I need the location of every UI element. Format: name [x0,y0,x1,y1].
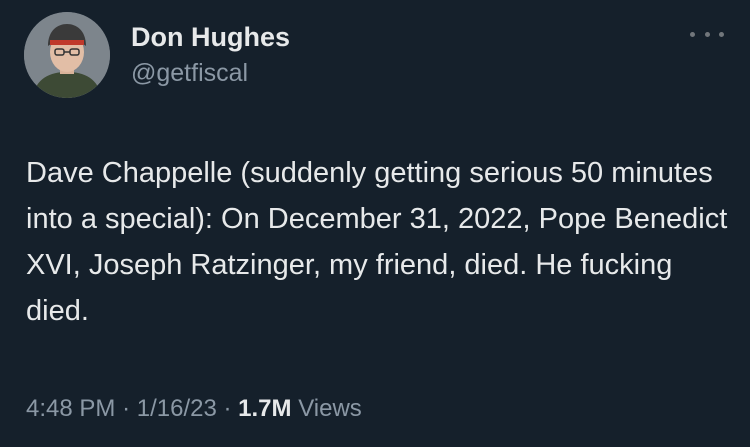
avatar[interactable] [24,12,110,98]
display-name[interactable]: Don Hughes [131,20,290,54]
user-handle[interactable]: @getfiscal [131,57,248,89]
tweet-date[interactable]: 1/16/23 [137,395,217,422]
more-horizontal-icon [690,31,695,37]
more-horizontal-icon-dot [719,31,724,37]
tweet-card: Don Hughes @getfiscal Dave Chappelle (su… [0,0,750,447]
views-count[interactable]: 1.7M [238,395,291,422]
more-options-button[interactable] [690,24,724,44]
meta-separator: · [223,395,232,422]
views-label: Views [298,395,362,422]
profile-photo-icon [24,12,110,98]
meta-separator: · [122,395,131,422]
tweet-metadata: 4:48 PM · 1/16/23 · 1.7M Views [26,394,362,424]
more-horizontal-icon-dot [704,31,710,37]
tweet-text: Dave Chappelle (suddenly getting serious… [26,157,736,327]
tweet-time[interactable]: 4:48 PM [26,395,115,422]
